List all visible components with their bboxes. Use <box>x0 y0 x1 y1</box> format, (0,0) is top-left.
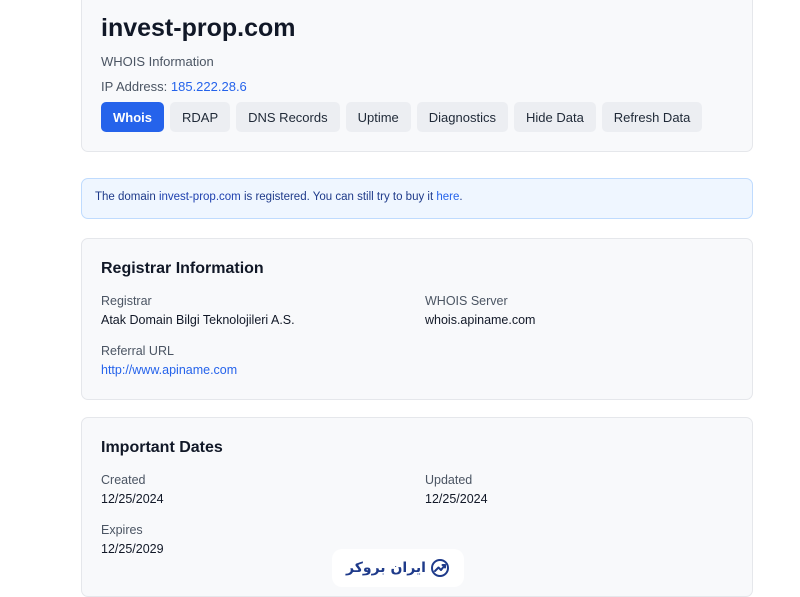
whois-server-field: WHOIS Server whois.apiname.com <box>425 294 535 327</box>
registrar-section-title: Registrar Information <box>101 260 264 277</box>
tab-bar: Whois RDAP DNS Records Uptime Diagnostic… <box>101 102 703 132</box>
page-title: invest-prop.com <box>101 14 296 42</box>
created-label: Created <box>101 473 146 487</box>
created-value: 12/25/2024 <box>101 492 164 506</box>
tab-uptime[interactable]: Uptime <box>345 102 411 132</box>
updated-value: 12/25/2024 <box>425 492 488 506</box>
watermark-text: ایران بروکر <box>346 560 426 576</box>
page-subtitle: WHOIS Information <box>101 54 214 69</box>
ip-address-row: IP Address: 185.222.28.6 <box>101 79 247 94</box>
registrar-information-card: Registrar Information Registrar Atak Dom… <box>81 238 753 400</box>
referral-url-field: Referral URL http://www.apiname.com <box>101 344 237 377</box>
domain-header-card: invest-prop.com WHOIS Information IP Add… <box>81 0 753 152</box>
notice-domain: invest-prop.com <box>158 191 241 203</box>
updated-label: Updated <box>425 473 473 487</box>
referral-url-link[interactable]: http://www.apiname.com <box>101 363 237 377</box>
referral-url-label: Referral URL <box>101 344 174 358</box>
hide-data-button[interactable]: Hide Data <box>513 102 596 132</box>
registrar-value: Atak Domain Bilgi Teknolojileri A.S. <box>101 313 295 327</box>
expires-label: Expires <box>101 523 143 537</box>
ip-address-label: IP Address: <box>101 79 168 94</box>
watermark-logo: ایران بروکر <box>332 549 464 587</box>
updated-field: Updated 12/25/2024 <box>425 473 488 506</box>
registration-notice: The domain invest-prop.com is registered… <box>81 178 753 219</box>
expires-field: Expires 12/25/2029 <box>101 523 164 556</box>
ip-address-link[interactable]: 185.222.28.6 <box>171 79 247 94</box>
notice-middle: is registered. You can still try to buy … <box>243 191 434 203</box>
registrar-label: Registrar <box>101 294 152 308</box>
tab-rdap[interactable]: RDAP <box>170 102 231 132</box>
notice-prefix: The domain <box>95 191 156 203</box>
tab-whois[interactable]: Whois <box>101 102 164 132</box>
buy-domain-link[interactable]: here <box>436 191 459 203</box>
created-field: Created 12/25/2024 <box>101 473 164 506</box>
whois-server-value: whois.apiname.com <box>425 313 536 327</box>
whois-server-label: WHOIS Server <box>425 294 508 308</box>
refresh-data-button[interactable]: Refresh Data <box>601 102 703 132</box>
tab-dns-records[interactable]: DNS Records <box>236 102 340 132</box>
registrar-field: Registrar Atak Domain Bilgi Teknolojiler… <box>101 294 295 327</box>
notice-suffix: . <box>459 191 463 203</box>
dates-section-title: Important Dates <box>101 439 223 456</box>
tab-diagnostics[interactable]: Diagnostics <box>416 102 508 132</box>
expires-value: 12/25/2029 <box>101 542 164 556</box>
chart-trend-icon <box>430 559 449 577</box>
